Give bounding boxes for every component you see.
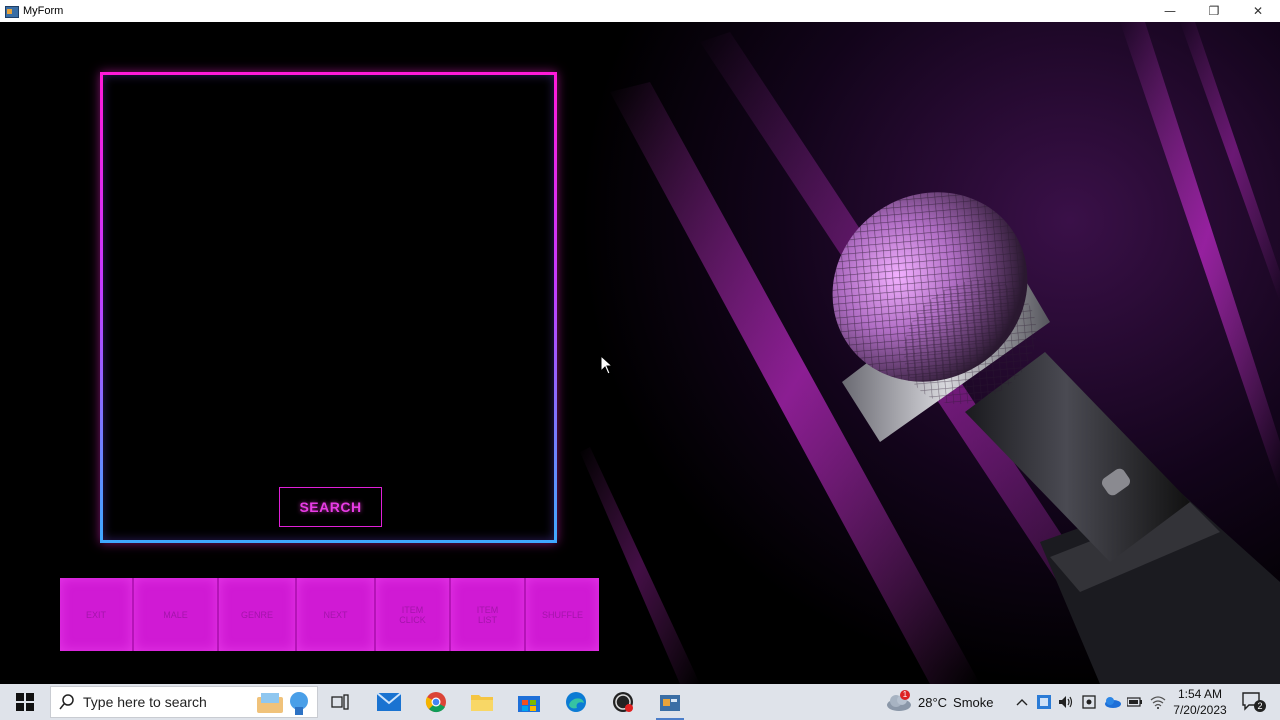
minimize-button[interactable]: — [1148,0,1192,22]
weather-alert-badge: 1 [900,690,910,700]
search-icon [51,686,83,718]
onedrive-icon[interactable] [1103,688,1121,716]
windows-logo-icon [16,693,34,711]
taskbar-search-box[interactable]: Type here to search [50,686,318,718]
search-button[interactable]: SEARCH [279,487,382,527]
title-bar: MyForm — ❐ ✕ [0,0,1280,22]
chrome-icon[interactable] [422,688,450,716]
item-click-button[interactable]: ITEM CLICK [376,578,451,651]
wifi-icon[interactable] [1150,688,1166,716]
security-tray-icon[interactable] [1036,688,1052,716]
battery-icon[interactable] [1126,688,1144,716]
notification-center-icon[interactable]: 2 [1240,690,1266,714]
notification-count-badge: 2 [1254,700,1266,712]
weather-widget[interactable]: 1 28°C Smoke [886,684,994,720]
search-highlight-illustration-icon [257,692,308,715]
weather-condition: Smoke [953,694,994,710]
weather-temperature: 28°C [918,694,948,710]
male-button[interactable]: MALE [134,578,219,651]
system-clock[interactable]: 1:54 AM 7/20/2023 [1168,686,1232,718]
mail-icon[interactable] [375,688,403,716]
window-controls: — ❐ ✕ [1148,0,1280,22]
clock-time: 1:54 AM [1177,687,1223,701]
cloud-icon: 1 [886,690,912,712]
shuffle-button[interactable]: SHUFFLE [526,578,599,651]
form-client-area: SEARCH EXIT MALE GENRE NEXT ITEM CLICK I… [0,22,1280,684]
window-title: MyForm [23,5,64,17]
next-button[interactable]: NEXT [297,578,376,651]
genre-button[interactable]: GENRE [219,578,297,651]
button-strip: EXIT MALE GENRE NEXT ITEM CLICK ITEM LIS… [60,578,599,651]
volume-icon[interactable] [1058,688,1074,716]
file-explorer-icon[interactable] [468,688,496,716]
edge-icon[interactable] [562,688,590,716]
meet-now-icon[interactable] [1081,688,1097,716]
task-view-icon[interactable] [326,688,354,716]
exit-button[interactable]: EXIT [60,578,134,651]
chevron-up-icon[interactable] [1014,688,1030,716]
display-panel [100,72,557,543]
obs-icon[interactable] [609,688,637,716]
restore-button[interactable]: ❐ [1192,0,1236,22]
search-placeholder: Type here to search [83,694,207,710]
close-button[interactable]: ✕ [1236,0,1280,22]
taskbar: Type here to search 1 28°C Smoke 1:54 AM… [0,684,1280,720]
app-icon [5,4,19,18]
item-list-button[interactable]: ITEM LIST [451,578,526,651]
mouse-cursor-icon [600,355,614,375]
myform-app-icon[interactable] [656,688,684,720]
start-button[interactable] [0,684,50,720]
clock-date: 7/20/2023 [1173,703,1227,717]
store-icon[interactable] [515,688,543,716]
microphone-image [580,22,1280,684]
